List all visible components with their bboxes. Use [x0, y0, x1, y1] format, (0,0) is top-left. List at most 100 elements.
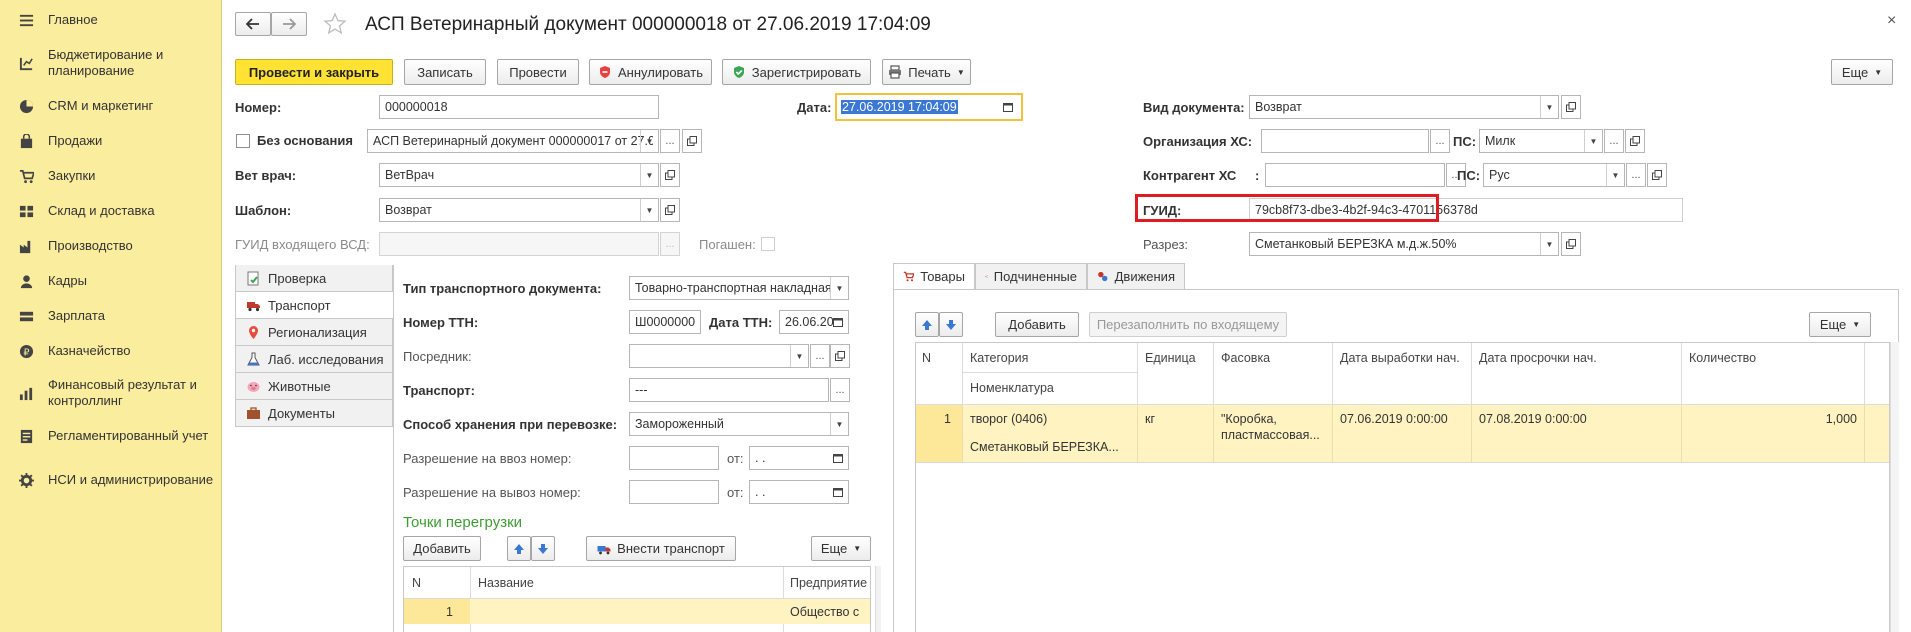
- tab-lab-research[interactable]: Лаб. исследования: [235, 346, 393, 373]
- chevron-down-icon[interactable]: ▼: [640, 130, 658, 152]
- chevron-down-icon[interactable]: ▼: [830, 277, 848, 299]
- sidebar-item-warehouse[interactable]: Склад и доставка: [0, 201, 222, 221]
- sidebar-item-treasury[interactable]: ₽ Казначейство: [0, 341, 222, 361]
- save-button[interactable]: Записать: [404, 59, 486, 85]
- chevron-down-icon[interactable]: ▼: [640, 199, 658, 221]
- post-button[interactable]: Провести: [497, 59, 579, 85]
- goods-scrollbar[interactable]: [1890, 342, 1899, 632]
- contractor-input[interactable]: [1265, 163, 1445, 187]
- sidebar-item-regulated[interactable]: Регламентированный учет: [0, 426, 222, 446]
- template-select[interactable]: Возврат ▼: [379, 198, 659, 222]
- register-button[interactable]: Зарегистрировать: [722, 59, 871, 85]
- calendar-icon[interactable]: [998, 95, 1018, 119]
- open-icon[interactable]: [830, 344, 850, 368]
- open-icon[interactable]: [1561, 232, 1581, 256]
- vehicle-input[interactable]: ---: [629, 378, 829, 402]
- tab-documents[interactable]: Документы: [235, 400, 393, 427]
- select-button[interactable]: ...: [830, 378, 850, 402]
- sidebar-item-crm[interactable]: CRM и маркетинг: [0, 96, 222, 116]
- calendar-icon[interactable]: [833, 317, 843, 327]
- points-more-button[interactable]: Еще ▼: [811, 536, 871, 561]
- sidebar-item-hr[interactable]: Кадры: [0, 271, 222, 291]
- ttn-number-input[interactable]: Ш00000000: [629, 310, 701, 334]
- chevron-down-icon[interactable]: ▼: [790, 345, 808, 367]
- tab-check[interactable]: Проверка: [235, 265, 393, 292]
- window-title: АСП Ветеринарный документ 000000018 от 2…: [365, 14, 931, 35]
- open-icon[interactable]: [1625, 129, 1645, 153]
- sidebar-item-budgeting[interactable]: Бюджетирование и планирование: [0, 46, 222, 80]
- import-date-input[interactable]: . .: [749, 446, 849, 470]
- chevron-down-icon[interactable]: ▼: [640, 164, 658, 186]
- tab-movements[interactable]: Движения: [1087, 263, 1185, 290]
- calendar-icon[interactable]: [833, 487, 843, 497]
- contractor-ps-select[interactable]: Рус ▼: [1483, 163, 1625, 187]
- sidebar-item-salary[interactable]: Зарплата: [0, 306, 222, 326]
- section-select[interactable]: Сметанковый БЕРЕЗКА м.д.ж.50% ▼: [1249, 232, 1559, 256]
- sidebar-item-admin[interactable]: НСИ и администрирование: [0, 463, 222, 497]
- sidebar-item-main[interactable]: Главное: [0, 10, 222, 30]
- move-up-button[interactable]: [507, 536, 531, 561]
- doctype-select[interactable]: Возврат ▼: [1249, 95, 1559, 119]
- storage-select[interactable]: Замороженный ▼: [629, 412, 849, 436]
- open-icon[interactable]: [1647, 163, 1667, 187]
- select-button[interactable]: ...: [660, 129, 680, 153]
- column-header-expiry-date: Дата просрочки нач.: [1479, 351, 1597, 365]
- refill-button[interactable]: Перезаполнить по входящему: [1089, 312, 1287, 337]
- tab-animals[interactable]: Животные: [235, 373, 393, 400]
- chevron-down-icon[interactable]: ▼: [1540, 96, 1558, 118]
- chevron-down-icon[interactable]: ▼: [830, 413, 848, 435]
- chevron-down-icon[interactable]: ▼: [1540, 233, 1558, 255]
- enter-transport-button[interactable]: Внести транспорт: [586, 536, 736, 561]
- tab-goods[interactable]: Товары: [893, 263, 975, 290]
- open-icon[interactable]: [1561, 95, 1581, 119]
- open-icon[interactable]: [682, 129, 702, 153]
- ttn-date-input[interactable]: 26.06.2019: [779, 310, 849, 334]
- dropdown-arrow-icon: ▼: [956, 67, 965, 77]
- tab-subordinates[interactable]: Подчиненные: [975, 263, 1087, 290]
- open-icon[interactable]: [660, 163, 680, 187]
- open-icon[interactable]: [660, 198, 680, 222]
- tab-regionalization[interactable]: Регионализация: [235, 319, 393, 346]
- favorite-star-icon[interactable]: [323, 12, 347, 36]
- export-date-input[interactable]: . .: [749, 480, 849, 504]
- no-basis-checkbox[interactable]: [236, 134, 250, 148]
- chevron-down-icon[interactable]: ▼: [1584, 130, 1602, 152]
- select-button[interactable]: ...: [1604, 129, 1624, 153]
- sidebar-item-finance[interactable]: Финансовый результат и контроллинг: [0, 376, 222, 410]
- calendar-icon[interactable]: [833, 453, 843, 463]
- import-permit-input[interactable]: [629, 446, 719, 470]
- number-input[interactable]: 000000018: [379, 95, 659, 119]
- print-button[interactable]: Печать ▼: [882, 59, 971, 85]
- export-permit-input[interactable]: [629, 480, 719, 504]
- sidebar-item-purchases[interactable]: Закупки: [0, 166, 222, 186]
- org-input[interactable]: [1261, 129, 1429, 153]
- more-button[interactable]: Еще ▼: [1831, 59, 1893, 85]
- close-icon[interactable]: ×: [1887, 12, 1896, 30]
- sidebar-item-sales[interactable]: Продажи: [0, 131, 222, 151]
- sidebar-item-production[interactable]: Производство: [0, 236, 222, 256]
- vet-select[interactable]: ВетВрач ▼: [379, 163, 659, 187]
- goods-more-button[interactable]: Еще ▼: [1809, 312, 1871, 337]
- select-button[interactable]: ...: [810, 344, 830, 368]
- date-input[interactable]: 27.06.2019 17:04:09: [835, 93, 1023, 121]
- transport-doc-type-select[interactable]: Товарно-транспортная накладная ▼: [629, 276, 849, 300]
- points-scrollbar[interactable]: [875, 566, 881, 632]
- back-button[interactable]: [235, 12, 271, 36]
- goods-add-button[interactable]: Добавить: [995, 312, 1079, 337]
- move-down-button[interactable]: [531, 536, 555, 561]
- post-and-close-button[interactable]: Провести и закрыть: [235, 59, 393, 85]
- forward-button[interactable]: [271, 12, 307, 36]
- basis-select[interactable]: АСП Ветеринарный документ 000000017 от 2…: [367, 129, 659, 153]
- chevron-down-icon[interactable]: ▼: [1606, 164, 1624, 186]
- intermediary-select[interactable]: ▼: [629, 344, 809, 368]
- goods-move-up-button[interactable]: [915, 312, 939, 337]
- select-button[interactable]: ...: [1626, 163, 1646, 187]
- org-ps-select[interactable]: Милк ▼: [1479, 129, 1603, 153]
- goods-move-down-button[interactable]: [939, 312, 963, 337]
- intermediary-label: Посредник:: [403, 349, 472, 364]
- transport-doc-type-label: Тип транспортного документа:: [403, 281, 602, 296]
- select-button[interactable]: ...: [1430, 129, 1450, 153]
- tab-transport[interactable]: Транспорт: [235, 292, 393, 319]
- annul-button[interactable]: Аннулировать: [589, 59, 712, 85]
- add-point-button[interactable]: Добавить: [403, 536, 481, 561]
